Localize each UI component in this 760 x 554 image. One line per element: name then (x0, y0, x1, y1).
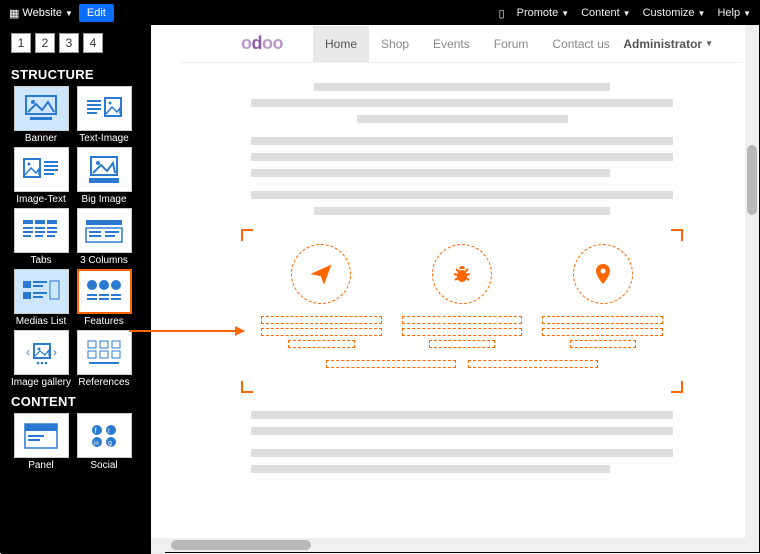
nav-links: Home Shop Events Forum Contact us (313, 26, 622, 62)
drag-arrow-indicator (129, 330, 244, 332)
bug-icon (432, 244, 492, 304)
placeholder-para (251, 411, 673, 435)
pager-4[interactable]: 4 (83, 33, 103, 53)
customize-menu[interactable]: Customize▼ (643, 7, 706, 19)
pager-2[interactable]: 2 (35, 33, 55, 53)
selection-corner (241, 381, 253, 393)
chevron-down-icon: ▼ (698, 9, 706, 18)
tile-medias-list[interactable]: Medias List (11, 269, 71, 327)
blocks-sidebar: 1 2 3 4 STRUCTURE Banner Text-Image Imag… (1, 25, 151, 554)
canvas-scrollbar-vertical[interactable] (745, 25, 759, 552)
feature-item[interactable] (402, 244, 523, 352)
edit-button[interactable]: Edit (79, 4, 114, 22)
content-tiles: Panel fting Social (1, 413, 151, 471)
tile-panel[interactable]: Panel (11, 413, 71, 471)
features-footer-placeholders (251, 360, 673, 368)
feature-item[interactable] (542, 244, 663, 352)
tile-features[interactable]: Features (74, 269, 134, 327)
chevron-down-icon: ▼ (705, 39, 713, 48)
svg-text:f: f (95, 428, 97, 435)
placeholder-para (251, 191, 673, 215)
features-block-dropzone[interactable] (241, 229, 683, 393)
website-menu-button[interactable]: ▦ Website ▼ (9, 7, 73, 20)
top-toolbar: ▦ Website ▼ Edit ▯ Promote▼ Content▼ Cus… (1, 1, 759, 25)
page-content (181, 63, 743, 473)
website-canvas: odoo Home Shop Events Forum Contact us A… (151, 25, 759, 552)
nav-events[interactable]: Events (421, 26, 482, 62)
admin-menu[interactable]: Administrator▼ (623, 37, 713, 51)
svg-text:in: in (94, 441, 99, 447)
scrollbar-thumb[interactable] (747, 145, 757, 215)
tile-image-gallery[interactable]: ‹› Image gallery (11, 330, 71, 388)
nav-home[interactable]: Home (313, 26, 369, 62)
help-menu[interactable]: Help▼ (717, 7, 751, 19)
paper-plane-icon (291, 244, 351, 304)
canvas-scrollbar-horizontal[interactable] (151, 538, 745, 552)
site-navbar: odoo Home Shop Events Forum Contact us A… (181, 25, 743, 63)
odoo-logo: odoo (241, 33, 283, 54)
nav-forum[interactable]: Forum (482, 26, 541, 62)
nav-contact[interactable]: Contact us (540, 26, 621, 62)
pager-3[interactable]: 3 (59, 33, 79, 53)
topbar-right: ▯ Promote▼ Content▼ Customize▼ Help▼ (499, 7, 751, 20)
svg-text:‹: ‹ (26, 345, 30, 359)
structure-heading: STRUCTURE (1, 61, 151, 86)
chevron-down-icon: ▼ (623, 9, 631, 18)
pager-1[interactable]: 1 (11, 33, 31, 53)
content-menu[interactable]: Content▼ (581, 7, 630, 19)
scrollbar-thumb[interactable] (171, 540, 311, 550)
pin-icon (573, 244, 633, 304)
chevron-down-icon: ▼ (561, 9, 569, 18)
chevron-down-icon: ▼ (743, 9, 751, 18)
tile-3-columns[interactable]: 3 Columns (74, 208, 134, 266)
grid-icon: ▦ (9, 7, 19, 20)
svg-text:g: g (108, 440, 112, 447)
site-preview: odoo Home Shop Events Forum Contact us A… (181, 25, 743, 507)
topbar-left: ▦ Website ▼ Edit (9, 4, 114, 22)
svg-text:›: › (53, 345, 57, 359)
sidebar-pager: 1 2 3 4 (1, 25, 151, 61)
content-heading: CONTENT (1, 388, 151, 413)
placeholder-para (251, 449, 673, 473)
structure-tiles: Banner Text-Image Image-Text Big Image T… (1, 86, 151, 388)
tile-references[interactable]: References (74, 330, 134, 388)
selection-corner (671, 229, 683, 241)
promote-menu[interactable]: Promote▼ (517, 7, 570, 19)
selection-corner (241, 229, 253, 241)
placeholder-para (251, 83, 673, 123)
nav-shop[interactable]: Shop (369, 26, 421, 62)
tile-big-image[interactable]: Big Image (74, 147, 134, 205)
chevron-down-icon: ▼ (65, 9, 73, 18)
mobile-preview-button[interactable]: ▯ (499, 7, 505, 20)
selection-corner (671, 381, 683, 393)
features-row (251, 244, 673, 352)
website-label: Website (22, 7, 62, 19)
placeholder-para (251, 137, 673, 177)
mobile-icon: ▯ (499, 7, 505, 20)
feature-item[interactable] (261, 244, 382, 352)
tile-text-image[interactable]: Text-Image (74, 86, 134, 144)
tile-image-text[interactable]: Image-Text (11, 147, 71, 205)
tile-banner[interactable]: Banner (11, 86, 71, 144)
tile-tabs[interactable]: Tabs (11, 208, 71, 266)
tile-social[interactable]: fting Social (74, 413, 134, 471)
